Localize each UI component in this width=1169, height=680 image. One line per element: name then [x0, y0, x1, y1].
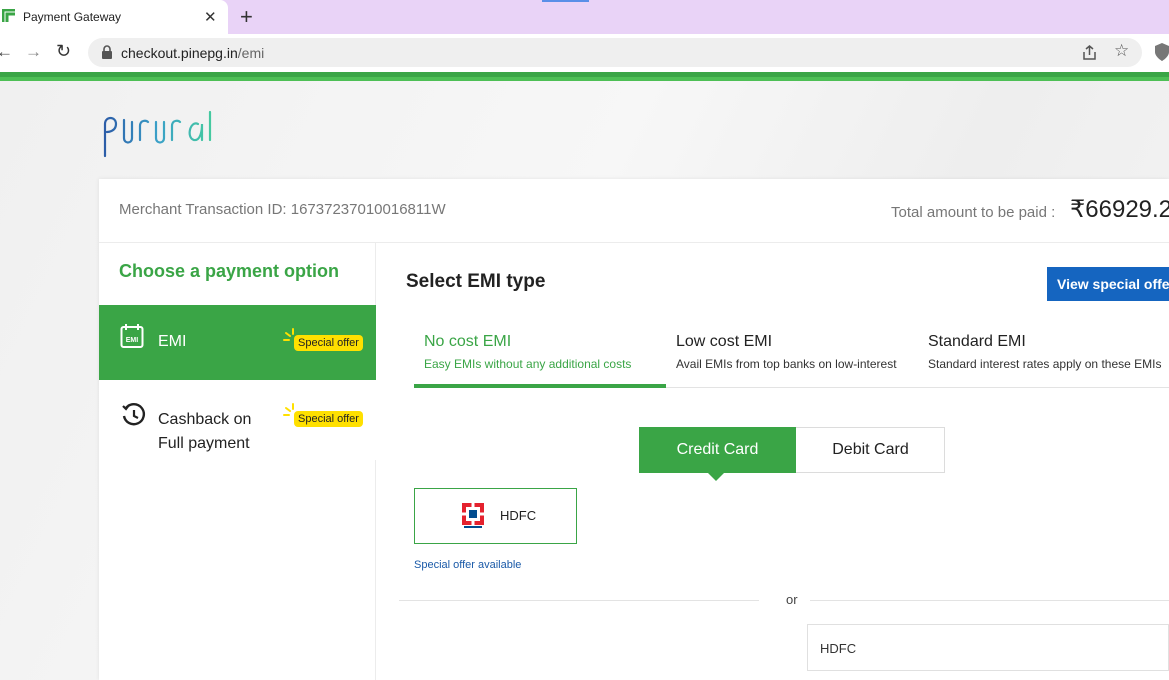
cashback-option-label: Cashback on Full payment: [158, 411, 252, 452]
credit-card-toggle[interactable]: Credit Card: [639, 427, 796, 481]
forward-arrow-icon[interactable]: →: [25, 42, 42, 62]
payment-options-sidebar: Choose a payment option EMI EMI Special …: [99, 243, 376, 680]
checkout-header: Merchant Transaction ID: 167372370100168…: [99, 179, 1169, 243]
merchant-transaction-id: Merchant Transaction ID: 167372370100168…: [119, 201, 446, 218]
url-text: checkout.pinepg.in/emi: [121, 45, 264, 61]
bank-tile-name: HDFC: [500, 508, 537, 523]
emi-tab-title: No cost EMI: [424, 333, 512, 350]
bank-select-dropdown[interactable]: HDFC: [807, 624, 1169, 671]
pinelabs-favicon-icon: [2, 9, 15, 22]
url-path: /emi: [237, 45, 265, 61]
tab-standard-emi[interactable]: Standard EMI Standard interest rates app…: [918, 328, 1169, 387]
bookmark-star-icon[interactable]: ☆: [1114, 41, 1129, 61]
browser-tab-strip: Payment Gateway ✕ +: [0, 0, 1169, 34]
sidebar-title: Choose a payment option: [119, 261, 340, 281]
url-host: checkout.pinepg.in: [121, 45, 238, 61]
debit-card-label: Debit Card: [832, 441, 909, 458]
emi-tab-subtitle: Standard interest rates apply on these E…: [928, 357, 1162, 371]
tab-low-cost-emi[interactable]: Low cost EMI Avail EMIs from top banks o…: [666, 328, 918, 387]
back-arrow-icon[interactable]: ←: [0, 42, 13, 62]
svg-text:EMI: EMI: [126, 337, 139, 344]
cashback-clock-icon: [122, 403, 145, 426]
emi-tab-subtitle: Avail EMIs from top banks on low-interes…: [676, 357, 897, 371]
emi-tab-title: Standard EMI: [928, 333, 1026, 350]
hdfc-bank-logo-icon: [462, 503, 484, 528]
active-pointer: [707, 472, 725, 481]
view-special-offers-button[interactable]: View special offer: [1047, 267, 1169, 301]
or-separator: or: [786, 592, 798, 607]
browser-tab[interactable]: Payment Gateway ✕: [0, 0, 228, 34]
emi-option-label: EMI: [158, 333, 187, 350]
lock-icon: [102, 45, 112, 59]
credit-card-label: Credit Card: [676, 441, 759, 458]
card-type-toggle: Credit Card Debit Card: [639, 427, 945, 481]
emi-tab-title: Low cost EMI: [676, 333, 773, 350]
divider: [399, 600, 759, 601]
bank-tile-hdfc[interactable]: HDFC: [414, 488, 577, 544]
payment-option-cashback[interactable]: Cashback on Full payment Special offer: [99, 380, 376, 460]
top-accent-bar: [0, 72, 1169, 81]
total-amount-value: ₹66929.2: [1070, 196, 1169, 223]
special-offer-badge: Special offer: [294, 411, 363, 427]
plural-logo: [103, 110, 212, 158]
reload-icon[interactable]: ↻: [56, 41, 71, 62]
share-icon[interactable]: [1081, 44, 1098, 61]
special-offer-available-text: Special offer available: [414, 559, 522, 571]
emi-main-panel: Select EMI type View special offer No co…: [390, 243, 1169, 680]
tab-no-cost-emi[interactable]: No cost EMI Easy EMIs without any additi…: [414, 328, 666, 388]
ublock-extension-icon[interactable]: [1155, 43, 1169, 61]
payment-option-emi[interactable]: EMI EMI Special offer: [99, 305, 376, 380]
checkout-card: Merchant Transaction ID: 167372370100168…: [99, 179, 1169, 680]
tab-title: Payment Gateway: [23, 10, 122, 24]
bank-select-value: HDFC: [820, 641, 857, 656]
emi-type-tabs: No cost EMI Easy EMIs without any additi…: [414, 328, 1169, 388]
address-bar[interactable]: checkout.pinepg.in/emi ☆: [88, 38, 1142, 67]
debit-card-toggle[interactable]: Debit Card: [796, 428, 945, 472]
total-amount-label: Total amount to be paid :: [891, 204, 1056, 221]
tab-close-icon[interactable]: ✕: [204, 8, 217, 26]
divider: [810, 600, 1169, 601]
select-emi-title: Select EMI type: [406, 271, 546, 292]
browser-toolbar: ← → ↻ checkout.pinepg.in/emi ☆: [0, 34, 1169, 72]
emi-calendar-icon: EMI: [120, 324, 144, 348]
emi-tab-subtitle: Easy EMIs without any additional costs: [424, 357, 632, 371]
tab-strip-indicator: [542, 0, 589, 2]
new-tab-icon[interactable]: +: [240, 4, 253, 30]
special-offer-badge: Special offer: [294, 335, 363, 351]
